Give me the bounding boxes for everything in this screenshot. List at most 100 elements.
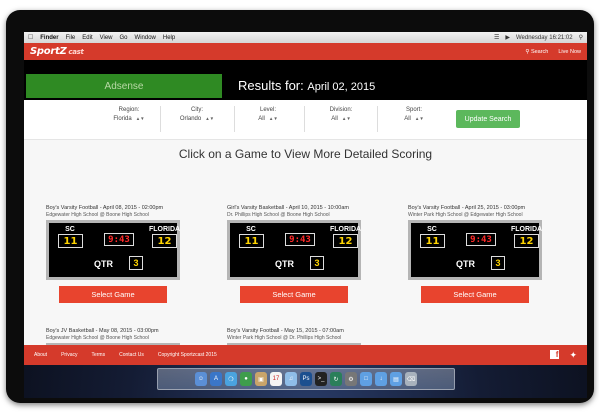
- menu-finder[interactable]: Finder: [40, 35, 58, 41]
- sport-filter[interactable]: Sport: All ▲▼: [379, 107, 449, 122]
- menu-view[interactable]: View: [100, 35, 113, 41]
- game-clock: 9:43: [285, 233, 315, 246]
- footer-terms-link[interactable]: Terms: [91, 352, 105, 358]
- site-logo[interactable]: SportZ cast: [30, 46, 84, 57]
- updown-arrow-icon: ▲▼: [135, 116, 145, 121]
- scoreboard: SC 11 9:43 FLORIDA 12 QTR 3: [408, 220, 542, 280]
- quarter-label: QTR: [94, 259, 113, 269]
- away-team-label: FLORIDA: [511, 226, 543, 233]
- away-score: 12: [333, 234, 358, 248]
- select-game-button[interactable]: Select Game: [240, 286, 348, 303]
- search-link[interactable]: ⚲ Search: [525, 49, 548, 55]
- site-footer: About Privacy Terms Contact Us Copyright…: [24, 345, 587, 365]
- downloads-icon[interactable]: ↓: [375, 372, 387, 386]
- city-label: City:: [191, 107, 203, 113]
- game-card[interactable]: Girl's Varsity Basketball - April 10, 20…: [227, 205, 361, 303]
- documents-icon[interactable]: ▤: [390, 372, 402, 386]
- city-filter[interactable]: City: Orlando ▲▼: [162, 107, 232, 122]
- time-machine-icon[interactable]: ↻: [330, 372, 342, 386]
- select-game-button[interactable]: Select Game: [59, 286, 167, 303]
- away-team-label: FLORIDA: [330, 226, 362, 233]
- level-select[interactable]: All: [258, 116, 265, 122]
- results-heading: Results for: April 02, 2015: [238, 78, 376, 93]
- game-title: Girl's Varsity Basketball - April 10, 20…: [227, 205, 350, 211]
- wifi-icon[interactable]: ☰: [494, 34, 499, 41]
- home-score: 11: [420, 234, 445, 248]
- city-select[interactable]: Orlando: [180, 116, 201, 122]
- footer-about-link[interactable]: About: [34, 352, 47, 358]
- filter-divider: [377, 106, 378, 132]
- menu-edit[interactable]: Edit: [82, 35, 92, 41]
- level-label: Level:: [259, 107, 276, 113]
- update-search-button[interactable]: Update Search: [456, 110, 520, 128]
- volume-icon[interactable]: ▶: [505, 34, 510, 41]
- updown-arrow-icon: ▲▼: [341, 116, 351, 121]
- facebook-icon[interactable]: f: [550, 349, 560, 359]
- updown-arrow-icon: ▲▼: [205, 116, 215, 121]
- footer-copyright: Copyright Sportzcast 2015: [157, 352, 217, 358]
- level-filter[interactable]: Level: All ▲▼: [233, 107, 303, 122]
- sport-select[interactable]: All: [404, 116, 411, 122]
- game-center-icon[interactable]: ●: [240, 372, 252, 386]
- division-select[interactable]: All: [331, 116, 338, 122]
- apple-icon[interactable]: : [28, 34, 33, 41]
- game-matchup: Edgewater High School @ Boone High Schoo…: [46, 212, 149, 218]
- preview-icon[interactable]: ▣: [255, 372, 267, 386]
- sport-label: Sport:: [405, 107, 422, 113]
- select-game-button[interactable]: Select Game: [421, 286, 529, 303]
- away-score: 12: [152, 234, 177, 248]
- quarter-value: 3: [491, 256, 505, 270]
- social-links: f ✦: [550, 349, 577, 361]
- menu-window[interactable]: Window: [135, 35, 156, 41]
- folder-icon[interactable]: □: [360, 372, 372, 386]
- menu-file[interactable]: File: [66, 35, 76, 41]
- finder-icon[interactable]: ☺: [195, 372, 207, 386]
- updown-arrow-icon: ▲▼: [414, 116, 424, 121]
- footer-contact-link[interactable]: Contact Us: [119, 352, 144, 358]
- game-matchup: Dr. Phillips High School @ Boone High Sc…: [227, 212, 330, 218]
- updown-arrow-icon: ▲▼: [268, 116, 278, 121]
- safari-icon[interactable]: ❍: [225, 372, 237, 386]
- division-filter[interactable]: Division: All ▲▼: [306, 107, 376, 122]
- game-matchup: Winter Park High School @ Edgewater High…: [408, 212, 523, 218]
- search-icon: ⚲: [525, 48, 530, 55]
- home-team-label: SC: [246, 226, 256, 233]
- away-score: 12: [514, 234, 539, 248]
- live-now-link[interactable]: Live Now: [558, 49, 581, 55]
- away-team-label: FLORIDA: [149, 226, 181, 233]
- page-instruction: Click on a Game to View More Detailed Sc…: [178, 147, 433, 161]
- results-date: April 02, 2015: [307, 81, 376, 93]
- menu-help[interactable]: Help: [163, 35, 175, 41]
- home-score: 11: [239, 234, 264, 248]
- footer-privacy-link[interactable]: Privacy: [61, 352, 77, 358]
- filter-bar: Region: Florida ▲▼ City: Orlando ▲▼ Level:…: [24, 100, 587, 140]
- twitter-icon[interactable]: ✦: [569, 350, 577, 361]
- menubar-clock[interactable]: Wednesday 16:21:02: [516, 35, 573, 41]
- system-preferences-icon[interactable]: ⚙: [345, 372, 357, 386]
- menu-go[interactable]: Go: [120, 35, 128, 41]
- quarter-value: 3: [310, 256, 324, 270]
- quarter-value: 3: [129, 256, 143, 270]
- region-filter[interactable]: Region: Florida ▲▼: [94, 107, 164, 122]
- terminal-icon[interactable]: >_: [315, 372, 327, 386]
- game-card[interactable]: Boy's Varsity Football - April 25, 2015 …: [408, 205, 542, 303]
- spotlight-icon[interactable]: ⚲: [579, 34, 583, 41]
- calendar-icon[interactable]: 17: [270, 372, 282, 386]
- sportzcast-page: SportZ cast ⚲ Search Live Now Adsense Res…: [24, 43, 587, 365]
- quarter-label: QTR: [275, 259, 294, 269]
- region-select[interactable]: Florida: [113, 116, 131, 122]
- trash-icon[interactable]: ⌫: [405, 372, 417, 386]
- game-card[interactable]: Boy's Varsity Football - April 08, 2015 …: [46, 205, 180, 303]
- adsense-box[interactable]: Adsense: [26, 74, 222, 98]
- itunes-icon[interactable]: ♫: [285, 372, 297, 386]
- game-clock: 9:43: [104, 233, 134, 246]
- home-score: 11: [58, 234, 83, 248]
- app-store-icon[interactable]: A: [210, 372, 222, 386]
- division-label: Division:: [329, 107, 353, 113]
- results-banner: Adsense Results for: April 02, 2015: [24, 60, 587, 100]
- filter-divider: [160, 106, 161, 132]
- filter-divider: [304, 106, 305, 132]
- game-title: Boy's Varsity Football - April 25, 2015 …: [408, 205, 526, 211]
- photoshop-icon[interactable]: Ps: [300, 372, 312, 386]
- scoreboard: SC 11 9:43 FLORIDA 12 QTR 3: [227, 220, 361, 280]
